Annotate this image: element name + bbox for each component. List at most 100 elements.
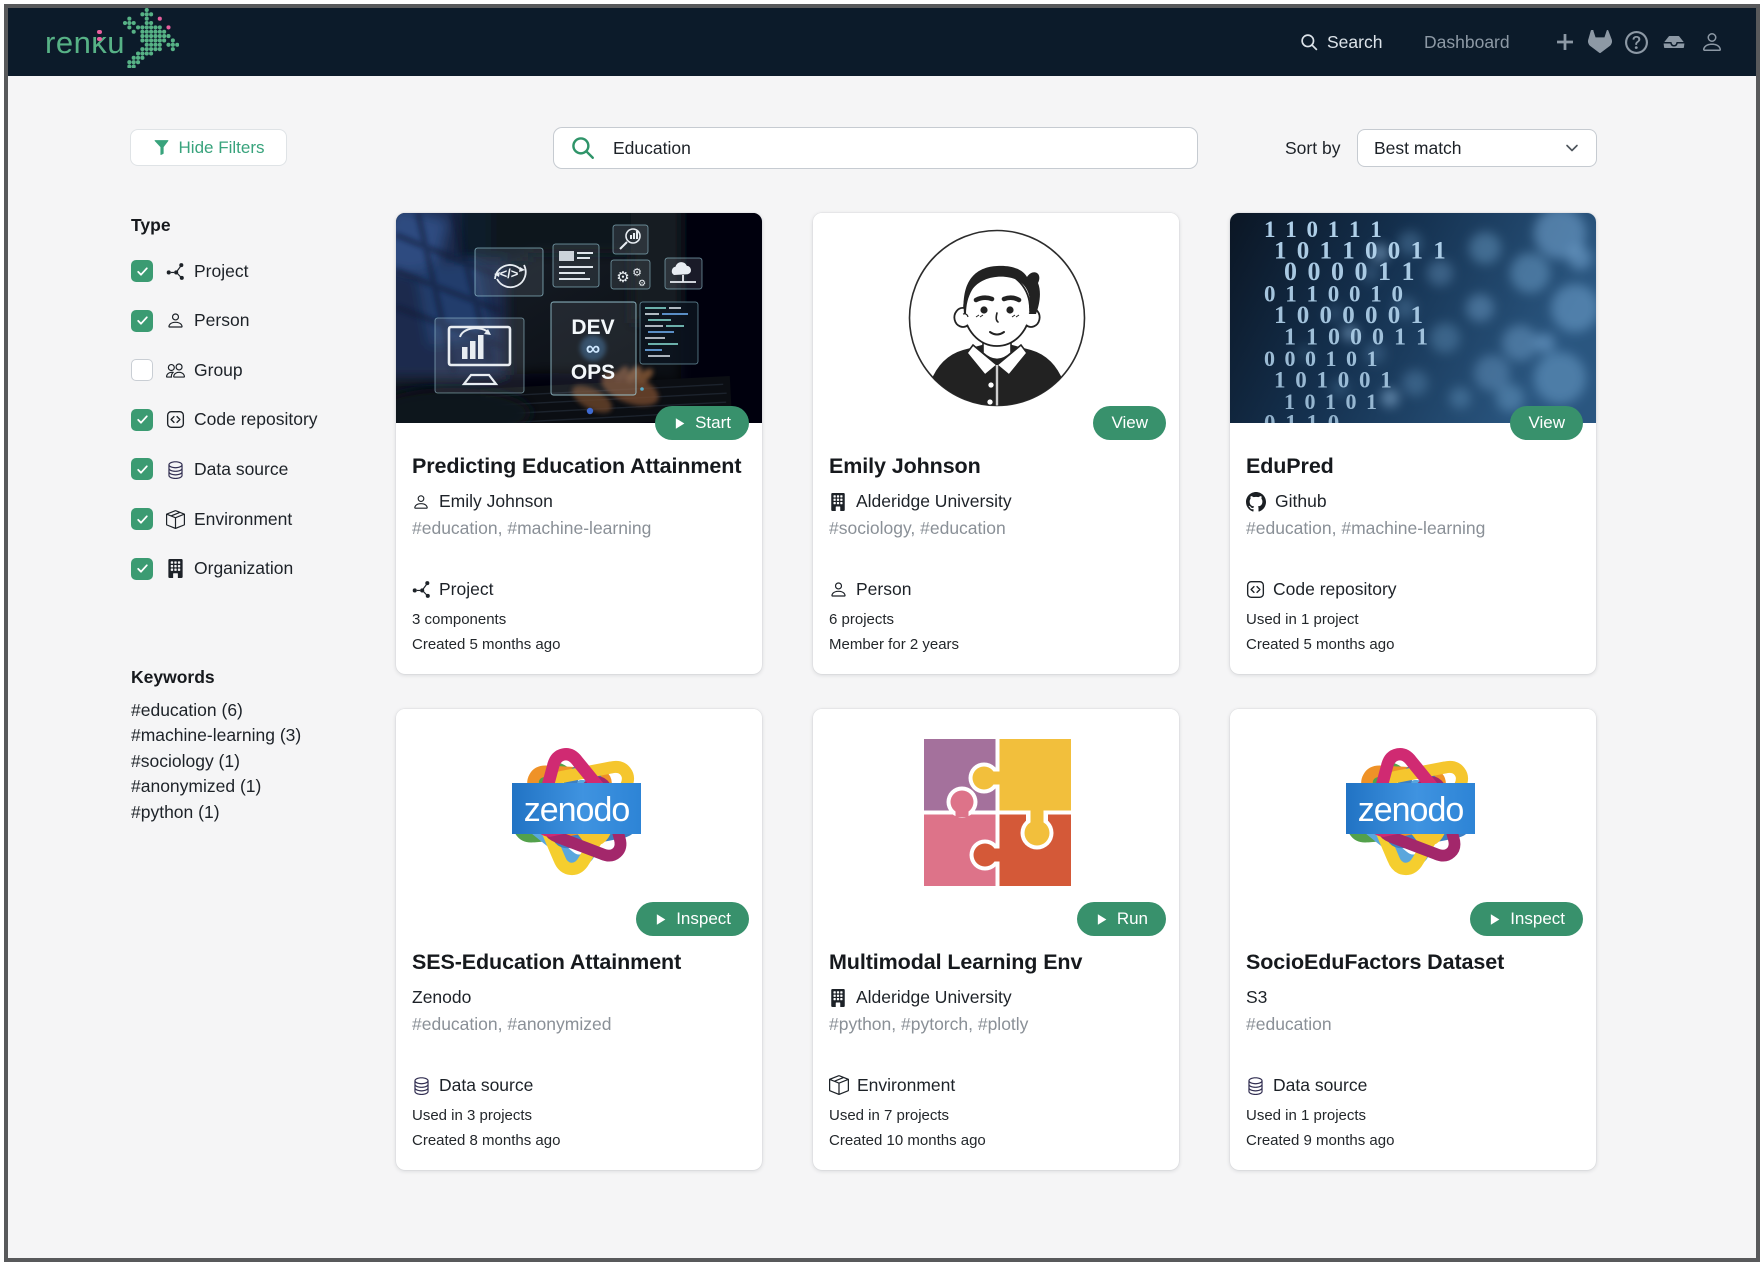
card-type: Code repository [1246, 578, 1580, 600]
database-icon [412, 1076, 431, 1095]
database-icon [1246, 1076, 1265, 1095]
play-icon [1488, 913, 1501, 926]
card-keywords: #python, #pytorch, #plotly [829, 1014, 1163, 1035]
nav-search-link[interactable]: Search [1300, 8, 1382, 76]
sort-select[interactable]: Best match [1357, 129, 1597, 167]
filter-label: Organization [194, 558, 293, 579]
search-icon [570, 135, 596, 161]
filter-person[interactable]: Person [131, 310, 249, 332]
card-action-button[interactable]: Inspect [1470, 902, 1583, 936]
keyword-item[interactable]: #education (6) [131, 700, 243, 721]
play-icon [673, 417, 686, 430]
keyword-item[interactable]: #machine-learning (3) [131, 725, 301, 746]
checkbox-checked[interactable] [131, 409, 153, 431]
checkbox-checked[interactable] [131, 508, 153, 530]
keyword-item[interactable]: #python (1) [131, 802, 220, 823]
card-subtitle: S3 [1246, 987, 1580, 1008]
user-icon[interactable] [1700, 8, 1724, 76]
card-type: Data source [412, 1074, 746, 1096]
search-icon [1300, 33, 1319, 52]
card-keywords: #sociology, #education [829, 518, 1163, 539]
renku-logo[interactable]: renĸu [45, 8, 179, 76]
result-card[interactable]: 1 1 0 1 1 11 0 1 1 0 0 1 10 0 0 0 1 10 1… [1230, 213, 1596, 674]
person-icon [165, 311, 185, 330]
card-action-button[interactable]: Inspect [636, 902, 749, 936]
building-icon [165, 559, 185, 578]
sort-by-label: Sort by [1285, 138, 1347, 159]
svg-text:zenodo: zenodo [524, 791, 630, 829]
card-keywords: #education, #anonymized [412, 1014, 746, 1035]
card-keywords: #education, #machine-learning [412, 518, 746, 539]
type-heading: Type [131, 215, 171, 236]
svg-text:⚙: ⚙ [616, 269, 629, 286]
filter-code-repository[interactable]: Code repository [131, 409, 318, 431]
filter-organization[interactable]: Organization [131, 558, 293, 580]
result-card[interactable]: zenodo InspectSocioEduFactors DatasetS3#… [1230, 709, 1596, 1170]
plus-icon[interactable] [1554, 8, 1576, 76]
card-meta-count: 6 projects [829, 611, 1163, 628]
card-meta-date: Member for 2 years [829, 636, 1163, 653]
funnel-icon [153, 139, 170, 156]
result-card[interactable]: zenodo InspectSES-Education AttainmentZe… [396, 709, 762, 1170]
card-type: Project [412, 578, 746, 600]
filter-group[interactable]: Group [131, 359, 243, 381]
card-meta-date: Created 5 months ago [1246, 636, 1580, 653]
card-image-puzzle [813, 709, 1179, 919]
card-keywords: #education [1246, 1014, 1580, 1035]
checkbox-checked[interactable] [131, 558, 153, 580]
filter-project[interactable]: Project [131, 260, 248, 282]
result-card[interactable]: RunMultimodal Learning EnvAlderidge Univ… [813, 709, 1179, 1170]
card-image-zenodo: zenodo [396, 709, 762, 919]
box-icon [165, 510, 185, 529]
hide-filters-button[interactable]: Hide Filters [130, 129, 287, 166]
play-icon [654, 913, 667, 926]
help-icon[interactable] [1625, 8, 1648, 76]
result-card[interactable]: DEV ∞ OPS </> [396, 213, 762, 674]
card-subtitle: Github [1246, 491, 1580, 512]
card-action-button[interactable]: Start [655, 406, 749, 440]
card-meta-count: 3 components [412, 611, 746, 628]
search-input[interactable] [613, 138, 1153, 159]
card-action-button[interactable]: View [1093, 406, 1166, 440]
play-icon [1095, 913, 1108, 926]
filter-label: Code repository [194, 409, 318, 430]
card-keywords: #education, #machine-learning [1246, 518, 1580, 539]
gitlab-icon[interactable] [1588, 8, 1612, 76]
person-icon [412, 493, 430, 511]
code-repository-icon [165, 410, 185, 429]
svg-text:⚙: ⚙ [638, 278, 646, 288]
filter-label: Data source [194, 459, 288, 480]
keyword-item[interactable]: #anonymized (1) [131, 776, 261, 797]
card-action-button[interactable]: View [1510, 406, 1583, 440]
svg-text:0 1 1 0: 0 1 1 0 [1264, 411, 1341, 424]
person-icon [829, 580, 848, 599]
nav-dashboard-link[interactable]: Dashboard [1424, 8, 1510, 76]
filter-label: Group [194, 360, 243, 381]
card-title: Predicting Education Attainment [412, 454, 746, 479]
card-type: Person [829, 578, 1163, 600]
filter-data-source[interactable]: Data source [131, 458, 288, 480]
filter-environment[interactable]: Environment [131, 508, 292, 530]
card-subtitle: Alderidge University [829, 491, 1163, 512]
card-title: Emily Johnson [829, 454, 1163, 479]
checkbox-checked[interactable] [131, 310, 153, 332]
card-meta-count: Used in 7 projects [829, 1107, 1163, 1124]
inbox-icon[interactable] [1662, 8, 1686, 76]
result-card[interactable]: View Emily Johnson Alderidge University #so… [813, 213, 1179, 674]
card-type: Data source [1246, 1074, 1580, 1096]
building-icon [829, 989, 847, 1007]
card-action-button[interactable]: Run [1077, 902, 1166, 936]
checkbox-unchecked[interactable] [131, 359, 153, 381]
card-image-binary: 1 1 0 1 1 11 0 1 1 0 0 1 10 0 0 0 1 10 1… [1230, 213, 1596, 423]
card-image-avatar [813, 213, 1179, 423]
card-subtitle: Zenodo [412, 987, 746, 1008]
checkbox-checked[interactable] [131, 458, 153, 480]
checkbox-checked[interactable] [131, 260, 153, 282]
card-meta-count: Used in 3 projects [412, 1107, 746, 1124]
card-meta-count: Used in 1 project [1246, 611, 1580, 628]
results-grid: DEV ∞ OPS </> [396, 213, 1596, 1170]
keyword-item[interactable]: #sociology (1) [131, 751, 240, 772]
search-bar [553, 127, 1198, 169]
card-meta-date: Created 5 months ago [412, 636, 746, 653]
card-meta-count: Used in 1 projects [1246, 1107, 1580, 1124]
